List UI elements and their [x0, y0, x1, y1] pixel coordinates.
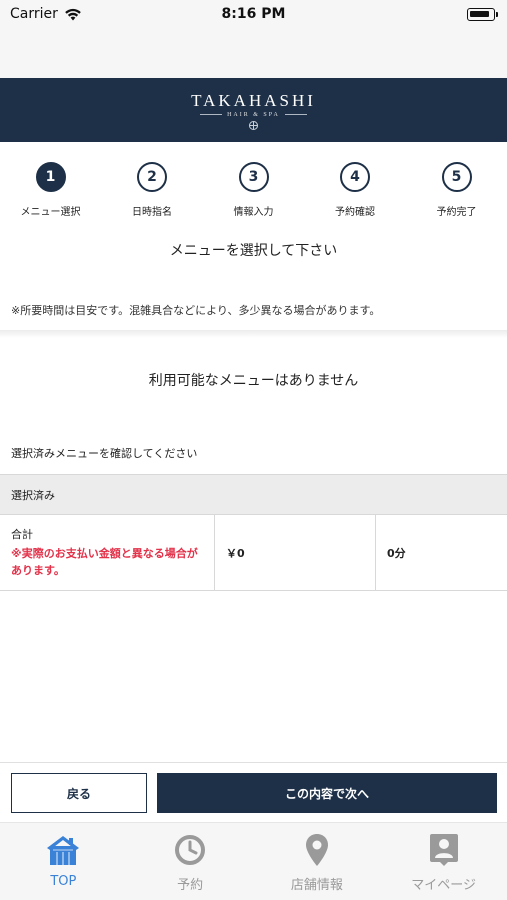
price-warning: ※実際のお支払い金額と異なる場合があります。	[11, 547, 198, 577]
empty-menu-message: 利用可能なメニューはありません	[148, 373, 359, 389]
step-datetime: 2 日時指名	[102, 162, 203, 222]
tab-store-info[interactable]: 店舗情報	[254, 823, 381, 900]
total-label: 合計	[11, 528, 33, 541]
status-time: 8:16 PM	[221, 6, 286, 22]
total-price: ￥0	[215, 515, 376, 590]
tab-label: TOP	[50, 874, 77, 889]
total-row: 合計 ※実際のお支払い金額と異なる場合があります。 ￥0 0分	[0, 515, 507, 591]
tab-top[interactable]: TOP	[0, 823, 127, 900]
battery-icon	[467, 8, 498, 21]
brand-logo-subtitle: HAIR & SPA	[200, 112, 307, 118]
step-number: 1	[35, 162, 66, 192]
step-confirmation: 4 予約確認	[305, 162, 406, 222]
clock-icon	[173, 833, 207, 867]
tab-label: 予約	[177, 878, 204, 893]
next-button[interactable]: この内容で次へ	[157, 773, 497, 813]
tab-label: 店舗情報	[290, 878, 343, 893]
brand-logo-title: TAKAHASHI	[191, 90, 316, 110]
step-info-input: 3 情報入力	[203, 162, 304, 222]
tab-bar: TOP 予約 店舗情報 マイページ	[0, 822, 507, 900]
page-title: メニューを選択して下さい	[169, 243, 338, 259]
step-label: 日時指名	[132, 207, 172, 218]
step-complete: 5 予約完了	[406, 162, 507, 222]
location-pin-icon	[300, 833, 334, 867]
step-menu-selection: 1 メニュー選択	[0, 162, 101, 222]
action-bar: 戻る この内容で次へ	[0, 762, 507, 822]
tab-reservation[interactable]: 予約	[127, 823, 254, 900]
brand-header: TAKAHASHI HAIR & SPA	[0, 78, 507, 142]
status-bar: Carrier 8:16 PM	[0, 0, 507, 30]
total-duration: 0分	[387, 546, 406, 560]
selected-header: 選択済み	[0, 475, 507, 515]
step-label: 情報入力	[233, 207, 274, 218]
step-label: 予約確認	[335, 207, 375, 218]
home-icon	[46, 833, 80, 867]
step-number: 5	[441, 162, 472, 192]
progress-steps: 1 メニュー選択 2 日時指名 3 情報入力 4 予約確認 5 予約完了	[0, 142, 507, 222]
selected-menu-table: 選択済み 合計 ※実際のお支払い金額と異なる場合があります。 ￥0 0分	[0, 474, 507, 591]
confirm-selection-label: 選択済みメニューを確認してください	[11, 447, 198, 460]
step-label: 予約完了	[436, 207, 477, 218]
back-button[interactable]: 戻る	[11, 773, 147, 813]
total-label-cell: 合計 ※実際のお支払い金額と異なる場合があります。	[0, 515, 215, 590]
tab-mypage[interactable]: マイページ	[380, 823, 507, 900]
brand-subtitle-text: HAIR & SPA	[227, 111, 280, 118]
step-number: 3	[238, 162, 269, 192]
tab-label: マイページ	[411, 878, 476, 893]
person-badge-icon	[427, 833, 461, 867]
step-number: 2	[137, 162, 167, 192]
brand-emblem-icon	[249, 120, 258, 130]
duration-note: ※所要時間は目安です。混雑具合などにより、多少異なる場合があります。	[11, 304, 381, 317]
section-divider	[0, 330, 507, 338]
navigation-bar	[0, 30, 507, 78]
step-label: メニュー選択	[20, 207, 81, 218]
step-number: 4	[340, 162, 370, 192]
